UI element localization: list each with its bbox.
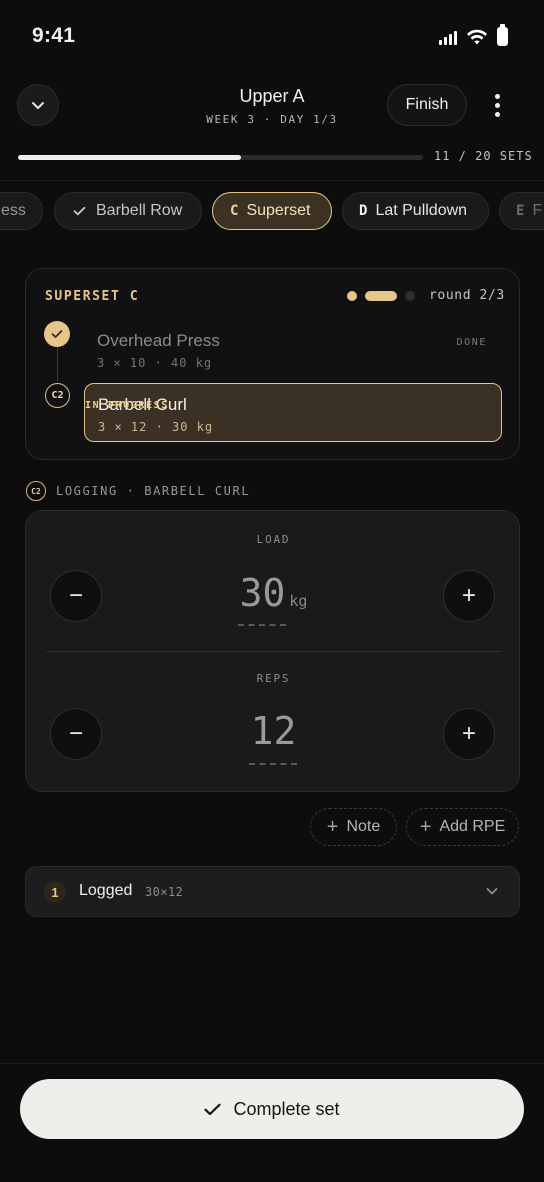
more-options-button[interactable] bbox=[484, 90, 510, 120]
header-divider bbox=[0, 180, 544, 181]
sets-progress-label: 11 / 20 SETS bbox=[434, 149, 533, 163]
footer-divider bbox=[0, 1063, 544, 1064]
superset-card: SUPERSET C round 2/3 Overhead Press 3 × … bbox=[25, 268, 520, 460]
workout-header: Upper A WEEK 3 · DAY 1/3 Finish bbox=[0, 80, 544, 130]
plus-icon: + bbox=[326, 815, 339, 838]
load-value: 30 bbox=[239, 571, 286, 615]
check-icon bbox=[204, 1103, 222, 1115]
exercise-status: DONE bbox=[456, 337, 487, 348]
round-dot-upcoming bbox=[405, 291, 415, 301]
logging-header: C2 LOGGING · BARBELL CURL bbox=[26, 481, 250, 501]
exercise-name[interactable]: Overhead Press bbox=[97, 331, 220, 351]
rpe-label: Add RPE bbox=[439, 818, 506, 835]
logged-sets-row[interactable]: 1 Logged 30×12 bbox=[25, 866, 520, 917]
logged-label: Logged bbox=[79, 882, 133, 899]
reps-value: 12 bbox=[250, 709, 297, 753]
dot-icon bbox=[494, 93, 500, 99]
battery-icon bbox=[497, 24, 508, 46]
chip-exercise-b[interactable]: Barbell Row bbox=[54, 192, 202, 230]
round-label: round 2/3 bbox=[429, 288, 505, 303]
collapse-button[interactable] bbox=[17, 84, 59, 126]
add-note-button[interactable]: + Note bbox=[310, 808, 397, 846]
finish-button[interactable]: Finish bbox=[387, 84, 467, 126]
exercise-badge: C2 bbox=[45, 383, 70, 408]
chip-exercise-c[interactable]: C Superset bbox=[212, 192, 332, 230]
superset-title: SUPERSET C bbox=[45, 289, 140, 304]
load-unit: kg bbox=[289, 592, 308, 610]
exercise-meta: 3 × 10 · 40 kg bbox=[97, 356, 213, 370]
logging-label: LOGGING · BARBELL CURL bbox=[56, 484, 251, 498]
set-input-card: LOAD − 30 kg + REPS − 12 + bbox=[25, 510, 520, 792]
check-icon bbox=[51, 330, 63, 338]
sets-progress-fill bbox=[18, 155, 241, 160]
active-exercise-row[interactable]: Barbell Curl 3 × 12 · 30 kg IN PROGRESS bbox=[84, 383, 502, 442]
dot-icon bbox=[494, 102, 500, 108]
status-time: 9:41 bbox=[32, 24, 76, 47]
plus-icon: + bbox=[419, 815, 432, 838]
reps-label: REPS bbox=[256, 672, 291, 685]
chip-exercise-e[interactable]: E F bbox=[499, 192, 544, 230]
round-indicator bbox=[347, 291, 415, 301]
stepper-divider bbox=[46, 651, 501, 652]
exercise-done-marker bbox=[44, 321, 70, 347]
exercise-status: IN PROGRESS bbox=[85, 400, 169, 411]
logged-count-badge: 1 bbox=[44, 881, 66, 903]
chevron-down-icon bbox=[486, 888, 498, 895]
exercise-chip-strip: ess Barbell Row C Superset D Lat Pulldow… bbox=[0, 192, 544, 230]
round-dot-current bbox=[365, 291, 397, 301]
chevron-down-icon bbox=[32, 101, 44, 109]
wifi-icon bbox=[467, 29, 487, 44]
cellular-signal-icon bbox=[439, 29, 457, 45]
chip-exercise-d[interactable]: D Lat Pulldown bbox=[342, 192, 489, 230]
dot-icon bbox=[494, 111, 500, 117]
reps-increment-button[interactable]: + bbox=[443, 708, 495, 760]
status-icons bbox=[439, 24, 508, 46]
round-dot-complete bbox=[347, 291, 357, 301]
status-bar: 9:41 bbox=[0, 0, 544, 70]
chip-label: Lat Pulldown bbox=[375, 202, 468, 219]
load-increment-button[interactable]: + bbox=[443, 570, 495, 622]
chip-label: ess bbox=[1, 202, 26, 219]
note-label: Note bbox=[346, 818, 381, 835]
chip-letter: C bbox=[230, 203, 239, 219]
reps-underline bbox=[249, 763, 297, 765]
check-icon bbox=[73, 206, 86, 216]
complete-set-button[interactable]: Complete set bbox=[20, 1079, 524, 1139]
plus-icon: + bbox=[461, 582, 476, 609]
sets-progress-bar bbox=[18, 155, 423, 160]
complete-set-label: Complete set bbox=[233, 1098, 340, 1119]
logging-badge: C2 bbox=[26, 481, 46, 501]
chip-exercise-a[interactable]: ess bbox=[0, 192, 43, 230]
chip-label: Superset bbox=[246, 202, 311, 219]
chip-letter: D bbox=[359, 203, 368, 219]
load-underline bbox=[238, 624, 286, 626]
chip-label: F bbox=[532, 202, 543, 219]
load-label: LOAD bbox=[256, 533, 291, 546]
logged-summary: 30×12 bbox=[145, 885, 184, 899]
chip-label: Barbell Row bbox=[96, 202, 183, 219]
add-rpe-button[interactable]: + Add RPE bbox=[406, 808, 519, 846]
plus-icon: + bbox=[461, 720, 476, 747]
chip-letter: E bbox=[516, 203, 525, 219]
